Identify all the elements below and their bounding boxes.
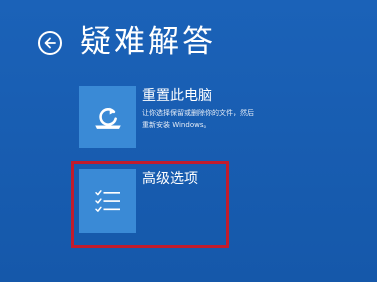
advanced-options-title: 高级选项 [142, 171, 198, 187]
advanced-options-tile[interactable] [79, 169, 136, 233]
reset-pc-desc-line2: 重新安装 Windows。 [142, 121, 211, 129]
reset-pc-tile[interactable] [79, 86, 136, 148]
back-arrow-icon [44, 37, 56, 49]
reset-pc-description: 让你选择保留或删除你的文件，然后 重新安装 Windows。 [142, 107, 282, 131]
checklist-icon [94, 190, 120, 212]
reset-pc-option[interactable]: 重置此电脑 让你选择保留或删除你的文件，然后 重新安装 Windows。 [79, 86, 282, 148]
reset-pc-title: 重置此电脑 [142, 88, 212, 104]
refresh-icon [94, 107, 121, 129]
back-button[interactable] [38, 31, 62, 55]
page-title: 疑难解答 [80, 24, 216, 60]
reset-pc-desc-line1: 让你选择保留或删除你的文件，然后 [142, 109, 254, 117]
advanced-options-option[interactable]: 高级选项 [79, 169, 198, 233]
